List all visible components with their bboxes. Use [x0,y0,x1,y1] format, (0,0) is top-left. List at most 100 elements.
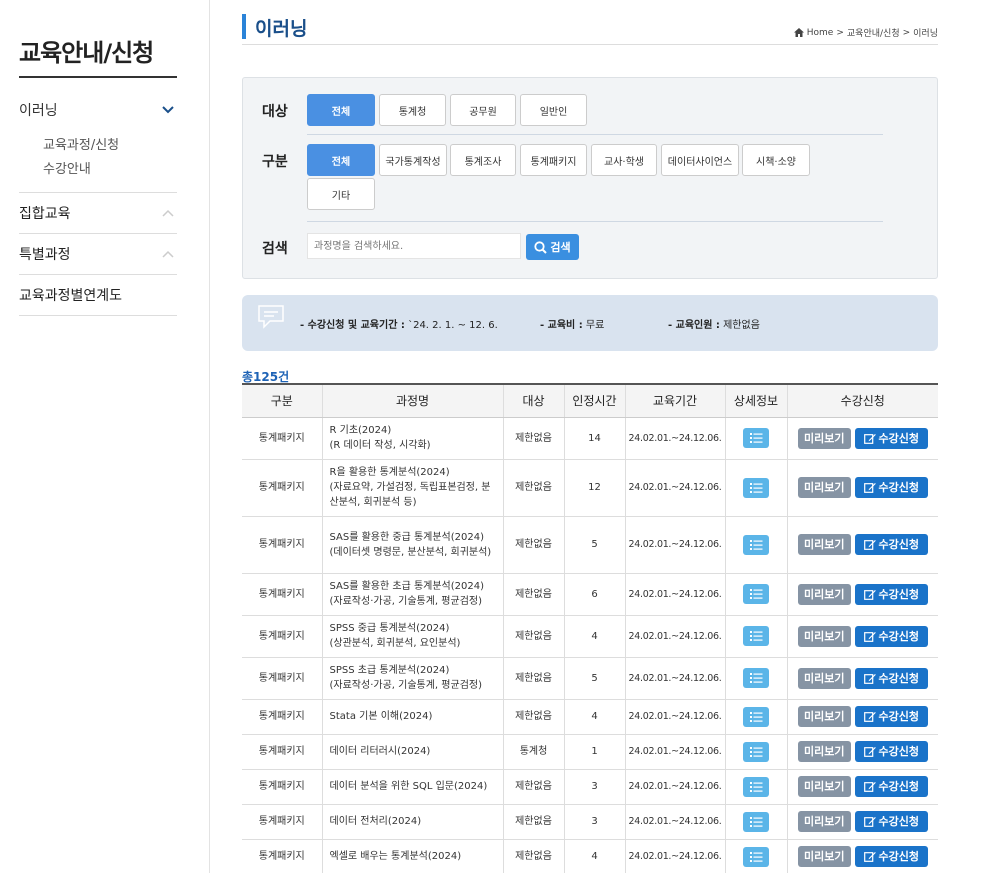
apply-button-label: 수강신청 [878,481,919,494]
notice-people-label: - 교육인원 : [668,320,720,331]
preview-button[interactable]: 미리보기 [797,741,851,762]
sidebar-item-special[interactable]: 특별과정 [19,234,177,275]
edit-icon [863,483,876,493]
preview-button[interactable]: 미리보기 [797,811,851,832]
cell-period: 24.02.01.~24.12.06. [624,516,725,574]
apply-button[interactable]: 수강신청 [854,846,928,867]
sidebar-item-roadmap[interactable]: 교육과정별연계도 [19,275,177,316]
preview-button[interactable]: 미리보기 [797,583,851,605]
sidebar-item-label: 이러닝 [19,103,58,119]
detail-button[interactable] [743,534,769,555]
search-input[interactable] [307,233,521,259]
cell-title[interactable]: 데이터 분석을 위한 SQL 입문(2024) [321,769,503,805]
cell-title[interactable]: Stata 기본 이해(2024) [321,699,503,735]
cell-period: 24.02.01.~24.12.06. [624,769,725,805]
preview-button[interactable]: 미리보기 [797,667,851,689]
cell-apply: 미리보기 수강신청 [786,804,938,840]
edit-icon [863,782,876,792]
apply-button[interactable]: 수강신청 [854,534,928,555]
category-all-button[interactable]: 전체 [307,144,375,176]
table-row: 통계패키지 데이터 분석을 위한 SQL 입문(2024) 제한없음 3 24.02.0… [242,769,938,805]
preview-button[interactable]: 미리보기 [797,427,851,449]
cell-title[interactable]: SAS를 활용한 초급 통계분석(2024) (자료작성·가공, 기술통계, 평… [321,573,503,616]
target-all-button[interactable]: 전체 [307,94,375,126]
cell-title[interactable]: R을 활용한 통계분석(2024) (자료요약, 가설검정, 독립표본검정, 분… [321,459,503,517]
target-statistics-korea-button[interactable]: 통계청 [379,94,446,126]
edit-icon [863,540,876,550]
course-title: 엑셀로 배우는 통계분석(2024) [329,851,462,862]
cell-title[interactable]: R 기초(2024) (R 데이터 작성, 시각화) [321,417,503,460]
detail-button[interactable] [743,776,769,797]
detail-button[interactable] [743,584,769,604]
category-label: 구분 [262,154,288,170]
sidebar-item-group[interactable]: 집합교육 [19,193,177,234]
cell-period: 24.02.01.~24.12.06. [624,417,725,460]
sidebar-item-label: 특별과정 [19,247,71,263]
cell-title[interactable]: 데이터 리터러시(2024) [321,734,503,770]
breadcrumb-home[interactable]: Home [807,28,834,38]
breadcrumb-section[interactable]: 교육안내/신청 [847,26,900,39]
cell-category: 통계패키지 [242,459,322,517]
cell-target: 제한없음 [502,459,564,517]
page-title: 이러닝 [255,18,308,40]
apply-button-label: 수강신청 [878,745,919,758]
apply-button[interactable]: 수강신청 [854,741,928,762]
detail-button[interactable] [743,706,769,727]
detail-button[interactable] [743,477,769,498]
cell-target: 제한없음 [502,657,564,700]
apply-button[interactable]: 수강신청 [854,427,928,449]
target-public-servant-button[interactable]: 공무원 [450,94,516,126]
sidebar-subitem-guide[interactable]: 수강안내 [43,158,177,182]
preview-button[interactable]: 미리보기 [797,776,851,797]
apply-button[interactable]: 수강신청 [854,811,928,832]
apply-button[interactable]: 수강신청 [854,477,928,498]
search-button[interactable]: 검색 [526,234,579,260]
cell-title[interactable]: SPSS 초급 통계분석(2024) (자료작성·가공, 기술통계, 평균검정) [321,657,503,700]
notice-fee-value: 무료 [585,320,605,331]
cell-category: 통계패키지 [242,769,322,805]
apply-button-label: 수강신청 [878,815,919,828]
preview-button[interactable]: 미리보기 [797,706,851,727]
cell-period: 24.02.01.~24.12.06. [624,804,725,840]
cell-title[interactable]: SPSS 중급 통계분석(2024) (상관분석, 회귀분석, 요인분석) [321,615,503,658]
apply-button-label: 수강신청 [878,538,919,551]
category-national-stats-button[interactable]: 국가통계작성 [379,144,447,176]
preview-button[interactable]: 미리보기 [797,534,851,555]
preview-button[interactable]: 미리보기 [797,846,851,867]
cell-detail [724,417,787,460]
preview-button[interactable]: 미리보기 [797,625,851,647]
apply-button[interactable]: 수강신청 [854,706,928,727]
apply-button[interactable]: 수강신청 [854,667,928,689]
speech-bubble-icon [258,305,284,329]
sidebar-item-elearning[interactable]: 이러닝 [19,90,177,130]
target-general-button[interactable]: 일반인 [520,94,587,126]
category-policy-button[interactable]: 시책·소양 [742,144,810,176]
apply-button[interactable]: 수강신청 [854,776,928,797]
cell-period: 24.02.01.~24.12.06. [624,699,725,735]
detail-button[interactable] [743,846,769,867]
apply-button[interactable]: 수강신청 [854,625,928,647]
category-etc-button[interactable]: 기타 [307,178,375,210]
cell-title[interactable]: 데이터 전처리(2024) [321,804,503,840]
detail-button[interactable] [743,668,769,688]
detail-button[interactable] [743,428,769,448]
category-package-button[interactable]: 통계패키지 [520,144,587,176]
detail-button[interactable] [743,741,769,762]
table-row: 통계패키지 SPSS 중급 통계분석(2024) (상관분석, 회귀분석, 요인분… [242,615,938,658]
category-data-science-button[interactable]: 데이터사이언스 [661,144,739,176]
apply-button[interactable]: 수강신청 [854,583,928,605]
cell-title[interactable]: SAS를 활용한 중급 통계분석(2024) (데이터셋 명령문, 분산분석, … [321,516,503,574]
header-period: 교육기간 [624,383,725,418]
category-teacher-student-button[interactable]: 교사·학생 [591,144,657,176]
detail-button[interactable] [743,811,769,832]
preview-button[interactable]: 미리보기 [797,477,851,498]
course-title: SPSS 중급 통계분석(2024) (상관분석, 회귀분석, 요인분석) [329,623,461,649]
cell-title[interactable]: 엑셀로 배우는 통계분석(2024) [321,839,503,873]
sidebar-subitem-course[interactable]: 교육과정/신청 [43,134,177,158]
category-survey-button[interactable]: 통계조사 [450,144,516,176]
cell-detail [724,459,787,517]
course-title: SPSS 초급 통계분석(2024) (자료작성·가공, 기술통계, 평균검정) [329,665,483,691]
detail-button[interactable] [743,626,769,646]
search-label: 검색 [262,241,288,257]
notice-period-value: `24. 2. 1. ~ 12. 6. [408,320,498,331]
